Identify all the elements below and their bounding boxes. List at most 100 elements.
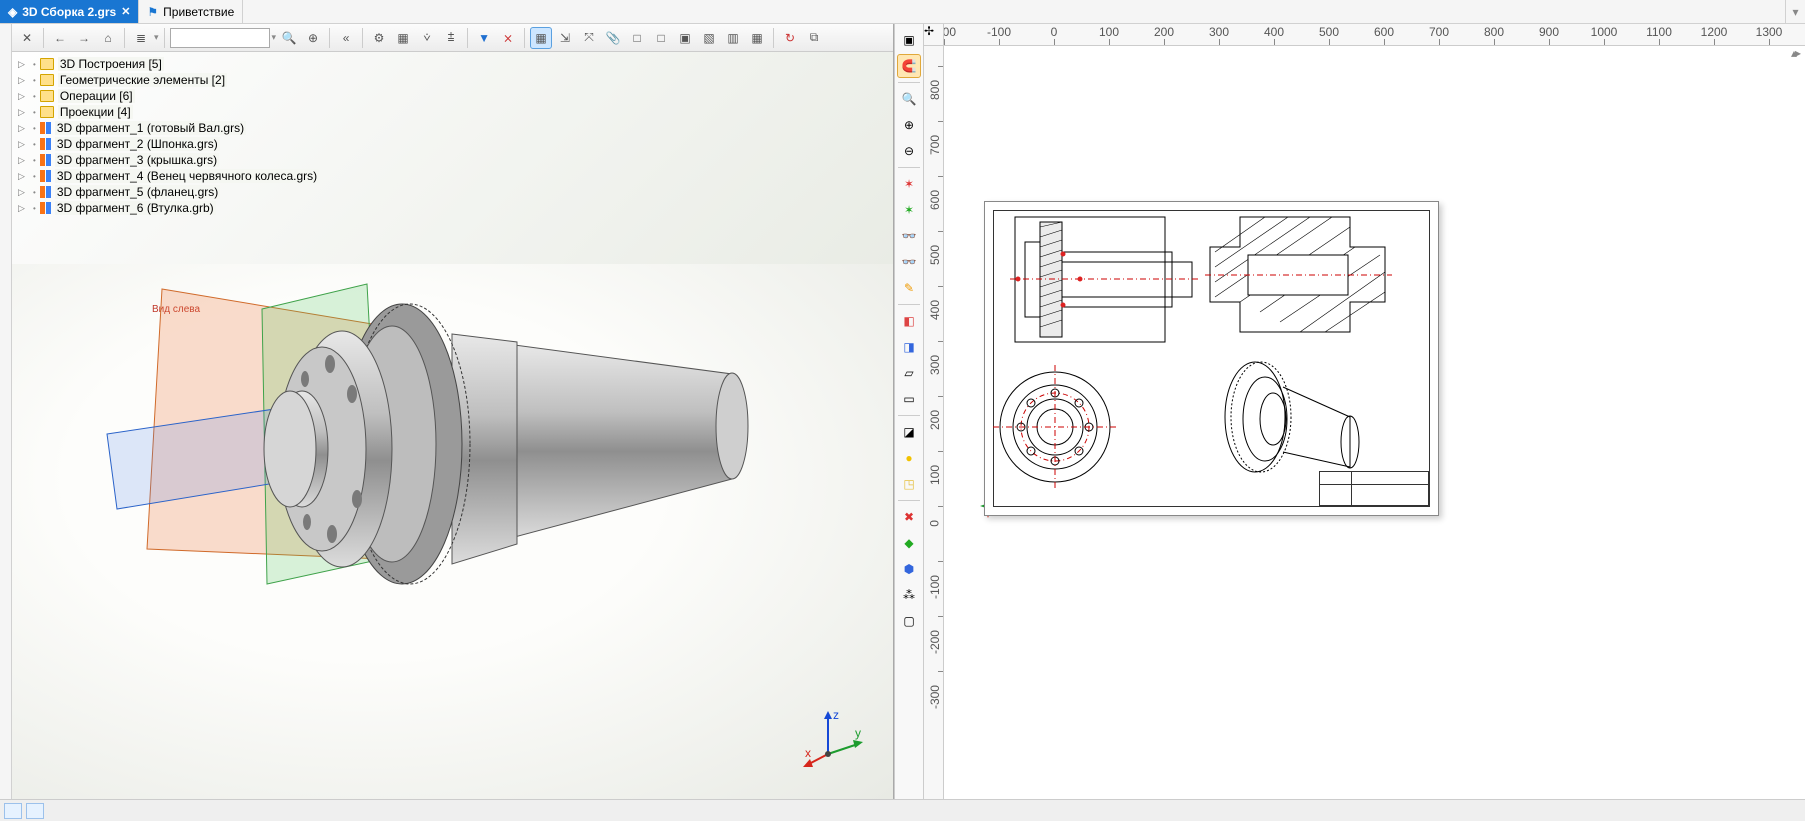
filter3-button[interactable]: ⩒ [416,27,438,49]
tab-welcome[interactable]: ⚑ Приветствие [139,0,243,23]
tab-dropdown[interactable]: ▾ [1785,0,1805,23]
ruler-tick-label: -100 [987,25,1011,39]
chevron-down-icon[interactable]: ▾ [154,32,159,43]
ruler-tick-label: 300 [928,355,942,375]
bullet-icon: • [33,92,36,101]
expand-icon[interactable]: ▷ [18,139,29,150]
expand-icon[interactable]: ▷ [18,107,29,118]
expand-icon[interactable]: ▷ [18,155,29,166]
box1-button[interactable]: □ [626,27,648,49]
filter4-button[interactable]: ⩲ [440,27,462,49]
tree-fragment[interactable]: ▷•3D фрагмент_4 (Венец червячного колеса… [16,168,889,184]
ruler-vertical[interactable]: -300-200-1000100200300400500600700800 [924,46,944,799]
expand-icon[interactable]: ▷ [18,59,29,70]
pencil-icon[interactable]: ✎ [897,276,921,300]
box4-button[interactable]: ▧ [698,27,720,49]
ruler-corner[interactable]: ✢ [924,24,944,46]
ruler-tick-label: 0 [928,520,942,527]
nav-back-button[interactable]: ← [49,27,71,49]
close-icon[interactable]: ✕ [121,5,130,18]
filter2-button[interactable]: ▦ [392,27,414,49]
tree-folder[interactable]: ▷•Геометрические элементы [2] [16,72,889,88]
home-button[interactable]: ⌂ [97,27,119,49]
box-icon[interactable]: ▢ [897,609,921,633]
model-tree[interactable]: ▷•3D Построения [5]▷•Геометрические элем… [12,52,893,264]
sphere-icon[interactable]: ● [897,446,921,470]
clear-filter-button[interactable]: ⨯ [497,27,519,49]
fragment-icon [40,186,51,198]
ruler-tick-label: 600 [1374,25,1394,39]
zoom-in-icon[interactable]: ⊕ [897,113,921,137]
tree-fragment[interactable]: ▷•3D фрагмент_5 (фланец.grs) [16,184,889,200]
tree-fragment[interactable]: ▷•3D фрагмент_3 (крышка.grs) [16,152,889,168]
collapse-button[interactable]: « [335,27,357,49]
box5-button[interactable]: ▥ [722,27,744,49]
folder-icon [40,58,54,70]
folder-icon [40,106,54,118]
tree-fragment[interactable]: ▷•3D фрагмент_1 (готовый Вал.grs) [16,120,889,136]
green-tri-icon[interactable]: ◆ [897,531,921,555]
cube-red-icon[interactable]: ◧ [897,309,921,333]
tree-label: 3D фрагмент_4 (Венец червячного колеса.g… [55,169,319,183]
axis-green-icon[interactable]: ✶ [897,198,921,222]
funnel-button[interactable]: ▼ [473,27,495,49]
expand-icon[interactable]: ▷ [18,187,29,198]
expand-icon[interactable]: ▷ [18,203,29,214]
glasses2-icon[interactable]: 👓 [897,250,921,274]
options-button[interactable]: ⧉ [803,27,825,49]
tab-3d-assembly[interactable]: ◈ 3D Сборка 2.grs ✕ [0,0,139,23]
expand-icon[interactable]: ▷ [18,171,29,182]
nav-fwd-button[interactable]: → [73,27,95,49]
blue-cyl-icon[interactable]: ⬢ [897,557,921,581]
viewport-3d[interactable]: Вид слева [12,264,893,799]
tree-folder[interactable]: ▷•Операции [6] [16,88,889,104]
shade-cube-icon[interactable]: ◪ [897,420,921,444]
sheet-icon[interactable]: ▭ [897,387,921,411]
yellow-cube-icon[interactable]: ◳ [897,472,921,496]
ruler-tick-label: 900 [1539,25,1559,39]
cube-blue-icon[interactable]: ◨ [897,335,921,359]
expand-icon[interactable]: ▷ [18,75,29,86]
layout2-button[interactable] [26,803,44,819]
zoom-out-icon[interactable]: ⊖ [897,139,921,163]
canvas-2d[interactable]: ▴ ▸ [944,46,1805,799]
tree-fragment[interactable]: ▷•3D фрагмент_2 (Шпонка.grs) [16,136,889,152]
expand-icon[interactable]: ▷ [18,91,29,102]
plane-icon[interactable]: ▱ [897,361,921,385]
ruler-horizontal[interactable]: -200-10001002003004005006007008009001000… [944,24,1805,46]
drawing-sheet[interactable] [984,201,1439,516]
render-button[interactable]: ▦ [746,27,768,49]
search-button[interactable]: 🔍 [278,27,300,49]
close-panel-button[interactable]: ✕ [16,27,38,49]
tree-fragment[interactable]: ▷•3D фрагмент_6 (Втулка.grb) [16,200,889,216]
tree-folder[interactable]: ▷•3D Построения [5] [16,56,889,72]
delete-icon[interactable]: ✖ [897,505,921,529]
vertical-toolbar: ▣🧲🔍⊕⊖✶✶👓👓✎◧◨▱▭◪●◳✖◆⬢⁂▢ [894,24,924,799]
wand-icon[interactable]: ⁂ [897,583,921,607]
layout1-button[interactable] [4,803,22,819]
axes-button[interactable]: ⤧ [578,27,600,49]
window-icon[interactable]: ▣ [897,28,921,52]
filter1-button[interactable]: ⚙ [368,27,390,49]
snap-button[interactable]: ⇲ [554,27,576,49]
reload-button[interactable]: ↻ [779,27,801,49]
zoom-fit-icon[interactable]: 🔍 [897,87,921,111]
ruler-tick-label: 400 [928,300,942,320]
axis-red-icon[interactable]: ✶ [897,172,921,196]
ruler-tick-label: -200 [944,25,956,39]
chevron-down-icon[interactable]: ▾ [272,32,277,43]
target-button[interactable]: ⊕ [302,27,324,49]
box3-button[interactable]: ▣ [674,27,696,49]
list-mode-button[interactable]: ≣ [130,27,152,49]
box2-button[interactable]: □ [650,27,672,49]
magnet-icon[interactable]: 🧲 [897,54,921,78]
grid-button[interactable]: ▦ [530,27,552,49]
bullet-icon: • [33,76,36,85]
axis-gizmo[interactable]: z y x [803,709,863,769]
search-input[interactable] [170,28,270,48]
tree-folder[interactable]: ▷•Проекции [4] [16,104,889,120]
scroll-right-icon[interactable]: ▸ [1795,46,1801,60]
glasses1-icon[interactable]: 👓 [897,224,921,248]
clip-button[interactable]: 📎 [602,27,624,49]
expand-icon[interactable]: ▷ [18,123,29,134]
